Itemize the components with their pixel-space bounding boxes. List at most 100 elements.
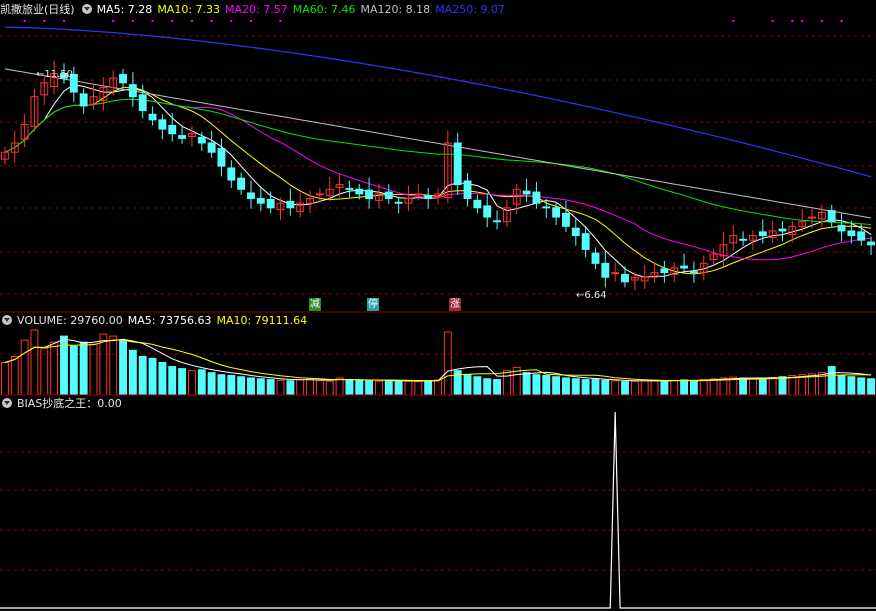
volume-bar	[296, 379, 305, 396]
high-value: 11.50	[44, 69, 74, 80]
signal-dot	[820, 20, 823, 22]
signal-stop: 停	[367, 298, 379, 311]
candle-body	[601, 262, 610, 278]
candle-body	[266, 198, 275, 209]
volume-bar	[256, 378, 265, 396]
candle-body	[247, 192, 255, 200]
volume-bar	[502, 370, 511, 396]
volume-bar	[788, 375, 797, 396]
volume-bar	[10, 355, 19, 396]
volume-bar	[158, 362, 167, 396]
volume-bar	[581, 379, 590, 396]
volume-bar	[778, 376, 787, 396]
ma120-label: MA120: 8.18	[360, 3, 431, 16]
signal-dot	[249, 20, 252, 22]
candle-body	[128, 84, 137, 98]
signal-dot	[210, 20, 213, 22]
ma5-label: MA5: 7.28	[96, 3, 153, 16]
volume-bar	[463, 374, 472, 396]
volume-bar	[522, 372, 531, 396]
low-value: 6.64	[584, 290, 607, 301]
signal-dot	[791, 20, 794, 22]
candle-body	[808, 216, 816, 219]
volume-bar	[168, 366, 177, 396]
volume-bar	[768, 377, 777, 396]
candle-body	[79, 93, 88, 107]
volume-bar	[99, 333, 108, 396]
ma60-line	[4, 98, 872, 225]
volume-bar	[443, 331, 452, 396]
volume-bar	[394, 380, 403, 396]
top-signal-dots	[23, 20, 843, 22]
candle-body	[552, 207, 561, 218]
volume-bar	[680, 379, 689, 396]
volume-bar	[434, 379, 442, 396]
high-annotation: ←11.50	[36, 69, 74, 80]
bias-line	[0, 411, 876, 609]
volume-bar	[355, 379, 364, 396]
candle-body	[493, 220, 502, 223]
volume-bar	[365, 380, 374, 396]
volume-bar	[670, 379, 679, 396]
volume-bar	[660, 380, 669, 396]
signal-reduce: 减	[309, 298, 321, 311]
candle-body	[542, 206, 551, 209]
candle-body	[414, 193, 423, 196]
grid-lines	[0, 35, 876, 571]
volume-bar	[0, 362, 9, 396]
volume-bar	[867, 378, 876, 396]
volume-bar	[709, 378, 718, 396]
candle-body	[315, 193, 324, 196]
volume-bar	[650, 379, 659, 396]
volume-bar	[69, 345, 78, 396]
bias-spike	[0, 411, 876, 609]
ma250-label: MA250: 9.07	[435, 3, 505, 16]
volume-bar	[739, 377, 748, 396]
low-annotation: ←6.64	[576, 290, 607, 301]
volume-bar	[749, 377, 757, 396]
dropdown-icon[interactable]	[81, 4, 92, 14]
signal-dot	[131, 20, 134, 22]
candle-body	[286, 200, 295, 209]
volume-bar	[109, 335, 118, 396]
ma10-label: MA10: 7.33	[157, 3, 221, 16]
candle-body	[394, 201, 403, 204]
signal-dot	[62, 20, 65, 22]
candle-body	[857, 231, 866, 241]
volume-bar	[266, 379, 275, 396]
chart-canvas	[0, 20, 876, 609]
signal-dot	[43, 20, 46, 22]
main-header: 凯撒旅业(日线) MA5: 7.28 MA10: 7.33 MA20: 7.57 MA6…	[0, 2, 510, 18]
candle-body	[680, 265, 689, 269]
volume-bar	[197, 369, 206, 396]
volume-bar	[857, 377, 866, 396]
candle-body	[237, 177, 246, 190]
volume-bar	[30, 329, 39, 396]
candle-body	[158, 119, 167, 130]
indicator-header: BIAS抄底之王：0.00	[0, 396, 127, 412]
volume-bar	[562, 377, 570, 396]
volume-header: VOLUME: 29760.00 MA5: 73756.63 MA10: 79111…	[0, 313, 312, 329]
candle-body	[532, 191, 541, 204]
candle-body	[345, 187, 354, 190]
ma10-line	[4, 86, 872, 275]
candle-body	[227, 167, 236, 181]
volume-bar	[424, 380, 433, 396]
candle-body	[148, 113, 157, 121]
signal-dot	[230, 20, 233, 22]
volume-bars	[0, 329, 876, 396]
dropdown-icon[interactable]	[2, 315, 12, 325]
volume-bar	[276, 379, 285, 396]
volume-bar	[404, 380, 413, 396]
volume-bar	[237, 376, 246, 396]
candle-body	[689, 271, 698, 274]
volume-bar	[689, 379, 698, 396]
ma20-line	[4, 98, 872, 261]
candle-body	[119, 73, 127, 84]
volume-bar	[217, 374, 226, 396]
candle-body	[837, 224, 846, 232]
volume-bar	[79, 341, 88, 396]
dropdown-icon[interactable]	[2, 398, 12, 408]
candle-body	[847, 230, 856, 237]
candle-body	[571, 227, 580, 237]
